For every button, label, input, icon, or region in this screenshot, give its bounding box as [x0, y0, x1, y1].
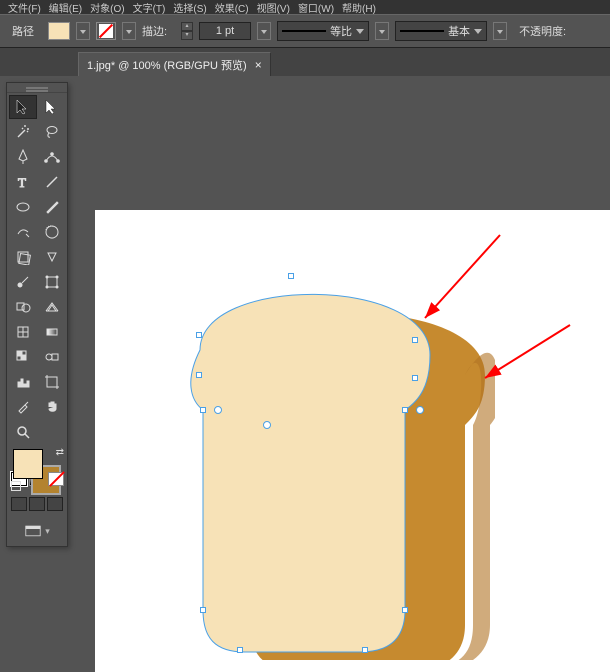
- shaper-tool[interactable]: [9, 220, 37, 244]
- close-tab-icon[interactable]: ×: [255, 58, 262, 72]
- magic-wand-tool[interactable]: [9, 120, 37, 144]
- menu-item[interactable]: 选择(S): [173, 0, 206, 15]
- anchor-point[interactable]: [237, 647, 243, 653]
- brush-definition[interactable]: 基本: [395, 21, 487, 41]
- screen-mode-button[interactable]: ▾: [9, 520, 66, 542]
- swap-fill-stroke-icon[interactable]: ⇄: [56, 447, 64, 458]
- tools-panel: T ⇄: [6, 82, 68, 547]
- profile-dropdown[interactable]: [375, 22, 389, 40]
- draw-normal[interactable]: [11, 497, 27, 511]
- anchor-point[interactable]: [402, 407, 408, 413]
- blend-tool[interactable]: [38, 345, 66, 369]
- anchor-point[interactable]: [196, 372, 202, 378]
- type-tool[interactable]: T: [9, 170, 37, 194]
- draw-inside[interactable]: [47, 497, 63, 511]
- draw-mode-row: [9, 495, 66, 519]
- scale-tool[interactable]: [38, 245, 66, 269]
- artwork-bread[interactable]: [155, 260, 495, 660]
- menu-item[interactable]: 编辑(E): [49, 0, 82, 15]
- menu-item[interactable]: 帮助(H): [342, 0, 376, 15]
- stroke-swatch[interactable]: [96, 22, 116, 40]
- shape-builder-tool[interactable]: [9, 295, 37, 319]
- anchor-point[interactable]: [200, 407, 206, 413]
- stroke-weight-dropdown[interactable]: [257, 22, 271, 40]
- document-tab-title: 1.jpg* @ 100% (RGB/GPU 预览): [87, 57, 247, 73]
- direct-selection-tool[interactable]: [38, 95, 66, 119]
- bread-front-shape[interactable]: [191, 294, 430, 652]
- fill-swatch[interactable]: [48, 22, 70, 40]
- menu-item[interactable]: 文字(T): [133, 0, 166, 15]
- anchor-point[interactable]: [412, 337, 418, 343]
- mesh-tool[interactable]: [9, 320, 37, 344]
- path-pivot[interactable]: [214, 406, 222, 414]
- anchor-point[interactable]: [362, 647, 368, 653]
- artboard[interactable]: [95, 210, 610, 672]
- menu-item[interactable]: 视图(V): [257, 0, 290, 15]
- document-tab-bar: 1.jpg* @ 100% (RGB/GPU 预览) ×: [0, 48, 610, 76]
- eyedropper-grid-tool[interactable]: [9, 345, 37, 369]
- menu-item[interactable]: 窗口(W): [298, 0, 334, 15]
- menu-item[interactable]: 对象(O): [90, 0, 124, 15]
- paintbrush-tool[interactable]: [38, 195, 66, 219]
- stroke-weight-spinner[interactable]: ▴▾: [181, 22, 193, 40]
- anchor-point[interactable]: [288, 273, 294, 279]
- stroke-swatch-dropdown[interactable]: [122, 22, 136, 40]
- stroke-weight-value[interactable]: 1 pt: [199, 22, 251, 40]
- rotate-tool[interactable]: [9, 245, 37, 269]
- anchor-point[interactable]: [412, 375, 418, 381]
- selection-tool[interactable]: [9, 95, 37, 119]
- path-pivot[interactable]: [416, 406, 424, 414]
- control-bar: 路径 描边: ▴▾ 1 pt 等比 基本 不透明度:: [0, 14, 610, 48]
- zoom-tool[interactable]: [9, 420, 37, 444]
- document-tab[interactable]: 1.jpg* @ 100% (RGB/GPU 预览) ×: [78, 52, 271, 76]
- svg-text:T: T: [18, 175, 26, 190]
- center-point[interactable]: [263, 421, 271, 429]
- anchor-point[interactable]: [200, 607, 206, 613]
- panel-grip[interactable]: [7, 83, 67, 93]
- empty-tool-slot: [38, 420, 66, 444]
- menu-item[interactable]: 效果(C): [215, 0, 249, 15]
- selection-type-label: 路径: [12, 23, 34, 39]
- eyedropper-tool[interactable]: [9, 395, 37, 419]
- opacity-label: 不透明度:: [519, 23, 566, 39]
- lasso-tool[interactable]: [38, 120, 66, 144]
- free-transform-tool[interactable]: [38, 270, 66, 294]
- rectangle-tool[interactable]: [9, 195, 37, 219]
- fill-swatch-dropdown[interactable]: [76, 22, 90, 40]
- gradient-tool[interactable]: [38, 320, 66, 344]
- brush-dropdown[interactable]: [493, 22, 507, 40]
- line-tool[interactable]: [38, 170, 66, 194]
- color-mode-none[interactable]: [48, 472, 64, 486]
- draw-behind[interactable]: [29, 497, 45, 511]
- column-graph-tool[interactable]: [9, 370, 37, 394]
- default-fill-stroke-icon[interactable]: [11, 481, 21, 491]
- eraser-tool[interactable]: [38, 220, 66, 244]
- anchor-point[interactable]: [196, 332, 202, 338]
- pen-tool[interactable]: [9, 145, 37, 169]
- variable-width-profile[interactable]: 等比: [277, 21, 369, 41]
- perspective-grid-tool[interactable]: [38, 295, 66, 319]
- artboard-tool[interactable]: [38, 370, 66, 394]
- fill-color-swatch[interactable]: [13, 449, 43, 479]
- curvature-tool[interactable]: [38, 145, 66, 169]
- hand-tool[interactable]: [38, 395, 66, 419]
- anchor-point[interactable]: [402, 607, 408, 613]
- stroke-label: 描边:: [142, 23, 167, 39]
- width-tool[interactable]: [9, 270, 37, 294]
- menu-bar[interactable]: 文件(F) 编辑(E) 对象(O) 文字(T) 选择(S) 效果(C) 视图(V…: [0, 0, 610, 14]
- menu-item[interactable]: 文件(F): [8, 0, 41, 15]
